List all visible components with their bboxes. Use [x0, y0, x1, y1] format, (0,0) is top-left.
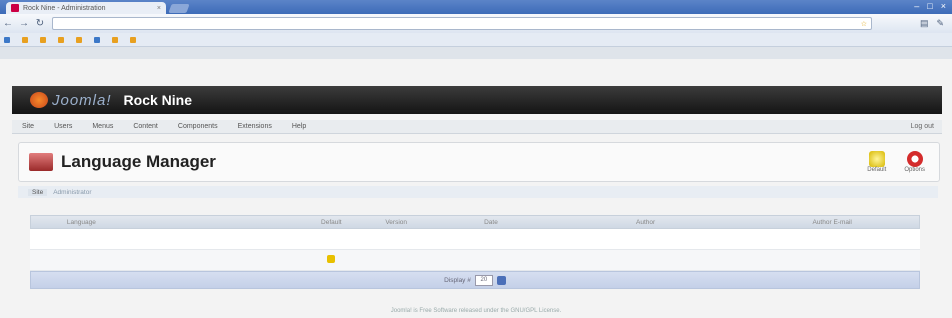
- submenu-administrator[interactable]: Administrator: [53, 189, 91, 196]
- maximize-icon[interactable]: □: [927, 1, 932, 11]
- menu-item-site[interactable]: Site: [22, 123, 34, 130]
- menu-item-content[interactable]: Content: [133, 123, 158, 130]
- header-date[interactable]: Date: [436, 219, 546, 226]
- new-tab-button[interactable]: [168, 4, 190, 13]
- display-label: Display #: [444, 276, 471, 284]
- logout-link[interactable]: Log out: [911, 123, 934, 130]
- admin-menu: Site Users Menus Content Components Exte…: [12, 120, 942, 134]
- bookmark-item[interactable]: [112, 36, 120, 43]
- footer: Joomla! is Free Software released under …: [390, 308, 562, 314]
- bookmark-icon: [94, 36, 100, 43]
- tab-title: Rock Nine - Administration: [23, 4, 106, 12]
- header-version[interactable]: Version: [356, 219, 436, 226]
- bookmark-icon: [112, 36, 118, 43]
- back-icon[interactable]: ←: [0, 18, 16, 29]
- bookmark-icon: [58, 36, 64, 43]
- bookmarks-bar: [0, 33, 952, 47]
- address-bar[interactable]: ☆: [52, 17, 872, 30]
- go-button[interactable]: [496, 275, 506, 285]
- close-window-icon[interactable]: ×: [941, 1, 946, 11]
- bookmark-icon: [130, 36, 136, 43]
- page-title: Language Manager: [61, 152, 216, 171]
- bookmark-icon: [4, 36, 10, 43]
- table-row[interactable]: [30, 250, 920, 271]
- bookmark-star-icon[interactable]: ☆: [861, 20, 867, 28]
- header-author[interactable]: Author: [546, 219, 746, 226]
- joomla-logo-icon: [30, 92, 48, 108]
- menu-item-menus[interactable]: Menus: [92, 123, 113, 130]
- bookmark-icon: [40, 36, 46, 43]
- pagination: Display # 20: [30, 271, 920, 289]
- site-name: Rock Nine: [123, 92, 192, 108]
- header-language[interactable]: Language: [67, 219, 306, 226]
- default-star-icon: [327, 255, 335, 263]
- table-row[interactable]: [30, 229, 920, 250]
- bookmark-icon: [22, 36, 28, 43]
- bookmark-item[interactable]: [130, 36, 138, 43]
- language-manager-icon: [29, 153, 53, 171]
- header-default[interactable]: Default: [306, 219, 356, 226]
- wrench-icon[interactable]: ✎: [936, 18, 944, 29]
- status-area: Log out: [891, 123, 934, 130]
- default-button[interactable]: Default: [867, 151, 886, 173]
- bookmark-item[interactable]: [40, 36, 48, 43]
- close-tab-icon[interactable]: ×: [157, 5, 161, 12]
- reload-icon[interactable]: ↻: [32, 18, 48, 29]
- language-table: Language Default Version Date Author Aut…: [30, 215, 920, 289]
- menu-item-components[interactable]: Components: [178, 123, 218, 130]
- bookmark-item[interactable]: [76, 36, 84, 43]
- header-author-email[interactable]: Author E-mail: [745, 219, 919, 226]
- bookmark-item[interactable]: [4, 36, 12, 43]
- bookmark-item[interactable]: [22, 36, 30, 43]
- browser-titlebar: Rock Nine - Administration × – □ ×: [0, 0, 952, 14]
- menu-item-users[interactable]: Users: [54, 123, 72, 130]
- star-icon: [868, 151, 885, 167]
- toolbar: Language Manager Default Options: [18, 142, 940, 182]
- window-controls: – □ ×: [914, 1, 946, 11]
- menu-item-extensions[interactable]: Extensions: [238, 123, 272, 130]
- brand-name: Joomla!: [52, 91, 112, 109]
- page-menu-icon[interactable]: ▤: [920, 18, 929, 29]
- bookmark-icon: [76, 36, 82, 43]
- forward-icon[interactable]: →: [16, 18, 32, 29]
- admin-strip: [0, 47, 952, 59]
- submenu-site[interactable]: Site: [28, 188, 48, 196]
- favicon-icon: [11, 4, 19, 12]
- browser-navbar: ← → ↻ ☆ ▤ ✎: [0, 14, 952, 33]
- menu-item-help[interactable]: Help: [292, 123, 306, 130]
- options-icon: [906, 151, 923, 167]
- minimize-icon[interactable]: –: [914, 1, 919, 11]
- options-button[interactable]: Options: [904, 151, 925, 173]
- bookmark-item[interactable]: [94, 36, 102, 43]
- display-count-select[interactable]: 20: [474, 274, 493, 286]
- bookmark-item[interactable]: [58, 36, 66, 43]
- browser-tab[interactable]: Rock Nine - Administration ×: [6, 2, 166, 14]
- site-header: Joomla! Rock Nine: [12, 86, 942, 114]
- submenu: Site Administrator: [18, 186, 938, 198]
- table-header: Language Default Version Date Author Aut…: [30, 215, 920, 229]
